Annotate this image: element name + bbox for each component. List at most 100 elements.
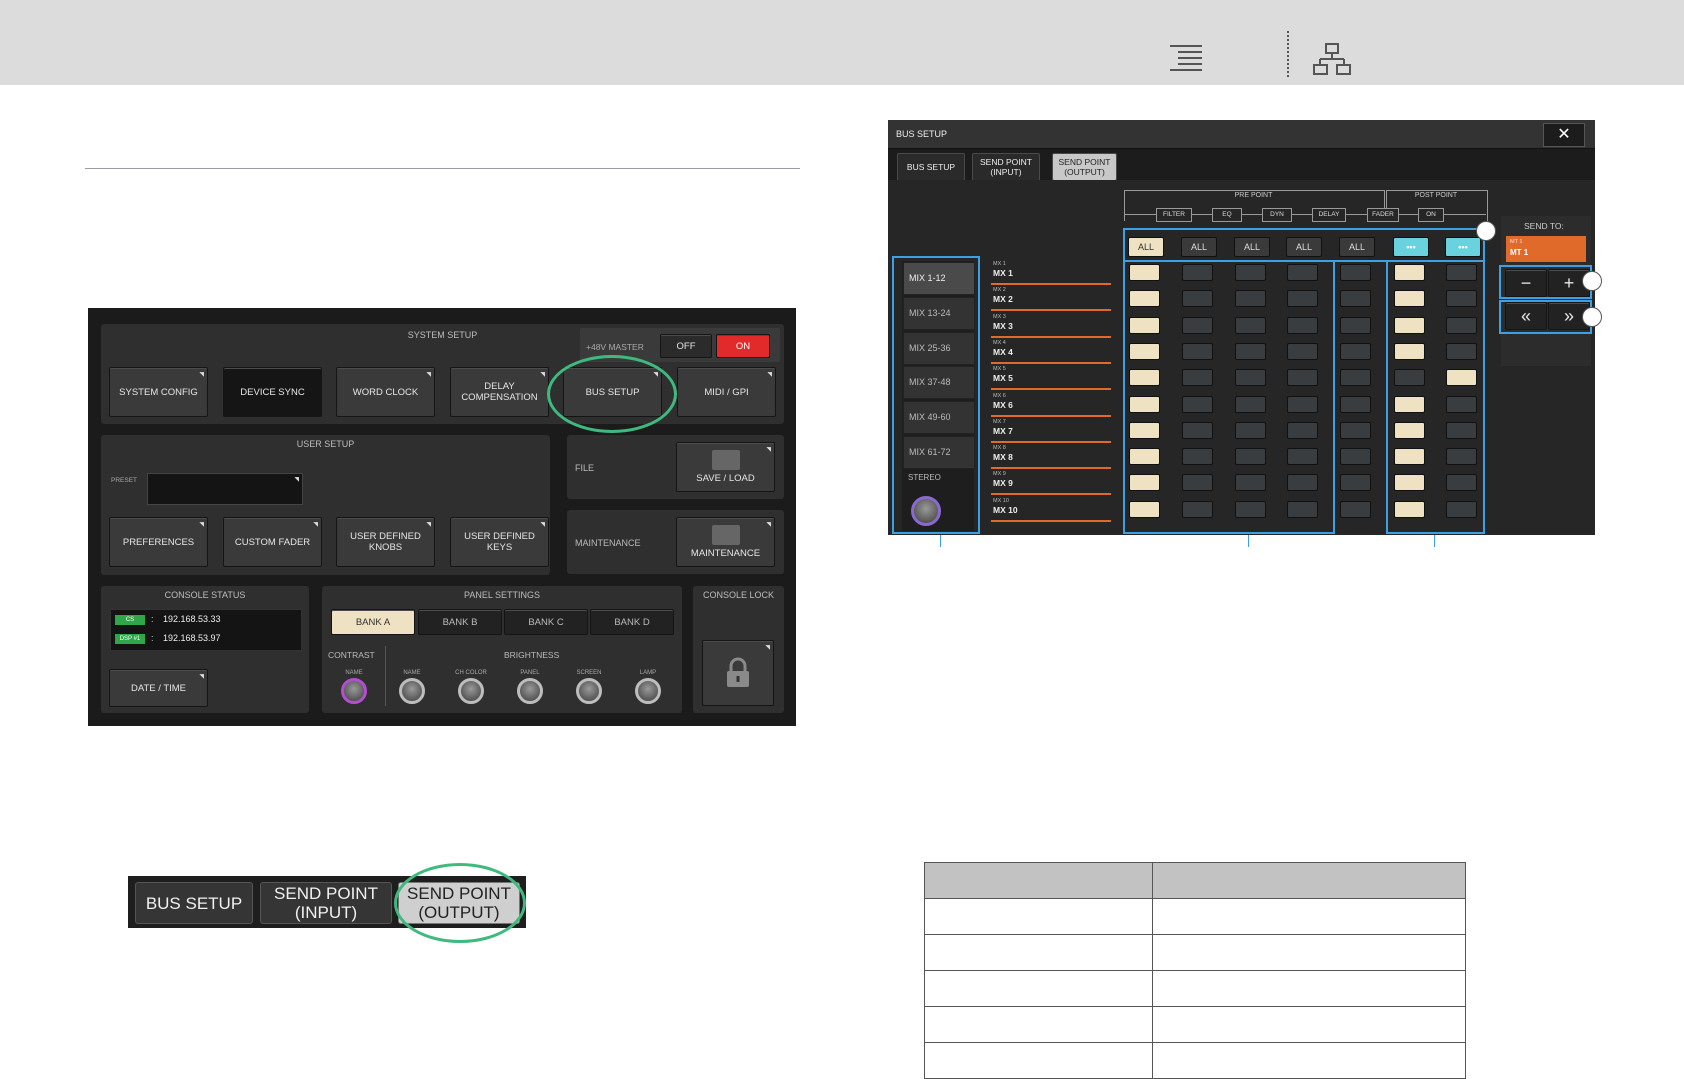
popup-corner-icon: ◥ [426, 522, 431, 528]
bus-setup-window: BUS SETUP ✕ BUS SETUP SEND POINT (INPUT)… [888, 120, 1595, 535]
phantom-on-button[interactable]: ON [716, 334, 770, 358]
destination-main: MT 1 [1510, 248, 1529, 257]
callout-marker [1582, 307, 1602, 327]
channel-short-name: MX 9 [993, 471, 1006, 478]
table-header-row [924, 862, 1466, 899]
popup-corner-icon: ◥ [426, 372, 431, 378]
preferences-button[interactable]: PREFERENCES ◥ [109, 517, 208, 567]
lock-icon [727, 657, 749, 687]
save-load-button[interactable]: SAVE / LOAD ◥ [676, 442, 775, 492]
channel-short-name: MX 8 [993, 445, 1006, 452]
user-defined-keys-button[interactable]: USER DEFINED KEYS ◥ [450, 517, 549, 567]
button-label: DEVICE SYNC [240, 386, 305, 398]
bank-d-button[interactable]: BANK D [590, 609, 674, 635]
tab-bus-setup[interactable]: BUS SETUP [135, 882, 253, 924]
knob-label: NAME [345, 670, 363, 676]
knob-label: SCREEN [576, 670, 602, 676]
send-to-destination[interactable]: MT 1 MT 1 [1506, 236, 1586, 262]
user-defined-knobs-button[interactable]: USER DEFINED KNOBS ◥ [336, 517, 435, 567]
top-toolbar [0, 0, 1684, 85]
channel-name: MX 1 MX 1 [991, 259, 1111, 285]
knob-label: CH COLOR [455, 670, 487, 676]
maintenance-button[interactable]: MAINTENANCE ◥ [676, 517, 775, 567]
channel-short-name: MX 1 [993, 261, 1006, 267]
send-point-toggle[interactable] [1340, 342, 1371, 360]
bank-c-button[interactable]: BANK C [504, 609, 588, 635]
channel-short-name: MX 2 [993, 287, 1006, 294]
send-point-toggle[interactable] [1340, 448, 1371, 466]
button-label: SYSTEM CONFIG [119, 386, 198, 398]
callout-marker [1582, 271, 1602, 291]
sitemap-icon[interactable] [1312, 42, 1352, 78]
preset-label: PRESET [111, 477, 138, 484]
button-label: MIDI / GPI [704, 386, 749, 398]
brightness-lamp-knob[interactable] [635, 678, 661, 704]
status-ip: 192.168.53.33 [163, 614, 221, 624]
close-button[interactable]: ✕ [1543, 123, 1585, 147]
channel-main-name: MX 9 [993, 478, 1013, 489]
leader-line [940, 535, 941, 547]
brightness-panel-knob[interactable] [517, 678, 543, 704]
popup-corner-icon: ◥ [199, 522, 204, 528]
contrast-name-knob[interactable] [341, 678, 367, 704]
table-cell [924, 1006, 1153, 1043]
send-point-toggle[interactable] [1340, 369, 1371, 387]
bank-a-button[interactable]: BANK A [331, 609, 415, 635]
tab-send-point-input[interactable]: SEND POINT (INPUT) [260, 882, 392, 924]
table-cell [1152, 934, 1466, 971]
point-on: ON [1418, 208, 1444, 222]
console-lock-button[interactable]: ◥ [702, 640, 774, 706]
brightness-screen-knob[interactable] [576, 678, 602, 704]
send-point-toggle[interactable] [1340, 264, 1371, 281]
callout-marker [1476, 221, 1496, 241]
device-sync-button[interactable]: DEVICE SYNC [223, 367, 322, 417]
tabs-crop: BUS SETUP SEND POINT (INPUT) SEND POINT … [128, 863, 526, 943]
send-point-toggle[interactable] [1340, 421, 1371, 439]
delay-compensation-button[interactable]: DELAY COMPENSATION ◥ [450, 367, 549, 417]
popup-corner-icon: ◥ [765, 645, 770, 651]
brightness-ch-color-knob[interactable] [458, 678, 484, 704]
date-time-button[interactable]: DATE / TIME ◥ [109, 669, 208, 707]
tab-bus-setup[interactable]: BUS SETUP [897, 153, 965, 181]
channel-short-name: MX 10 [993, 497, 1009, 504]
table-row [924, 934, 1466, 971]
system-config-button[interactable]: SYSTEM CONFIG ◥ [109, 367, 208, 417]
send-point-toggle[interactable] [1340, 500, 1371, 518]
tab-label: SEND POINT (INPUT) [274, 884, 378, 922]
channel-name: MX 5 MX 5 [991, 364, 1111, 391]
channel-short-name: MX 4 [993, 339, 1006, 346]
toolbar-divider [1287, 31, 1289, 77]
brightness-name-knob[interactable] [399, 678, 425, 704]
channel-short-name: MX 5 [993, 366, 1006, 373]
word-clock-button[interactable]: WORD CLOCK ◥ [336, 367, 435, 417]
send-point-toggle[interactable] [1340, 474, 1371, 492]
send-point-toggle[interactable] [1340, 316, 1371, 334]
bank-b-button[interactable]: BANK B [418, 609, 502, 635]
popup-corner-icon: ◥ [540, 372, 545, 378]
channel-short-name: MX 3 [993, 313, 1006, 320]
tab-label: SEND POINT (INPUT) [980, 157, 1032, 177]
channel-main-name: MX 6 [993, 399, 1013, 410]
post-point-label: POST POINT [1414, 192, 1458, 199]
button-label: DATE / TIME [130, 682, 187, 694]
channel-main-name: MX 8 [993, 452, 1013, 463]
custom-fader-button[interactable]: CUSTOM FADER ◥ [223, 517, 322, 567]
midi-gpi-button[interactable]: MIDI / GPI ◥ [677, 367, 776, 417]
channel-main-name: MX 10 [993, 504, 1018, 515]
tab-send-point-input[interactable]: SEND POINT (INPUT) [972, 153, 1040, 181]
channel-name: MX 7 MX 7 [991, 417, 1111, 443]
preset-field[interactable]: ◥ [147, 473, 303, 505]
point-filter: FILTER [1156, 208, 1192, 222]
channel-name: MX 9 MX 9 [991, 469, 1111, 496]
tab-send-point-output[interactable]: SEND POINT (OUTPUT) [1052, 153, 1117, 181]
tab-label: BUS SETUP [145, 893, 243, 913]
table-cell [924, 934, 1153, 971]
indent-list-icon[interactable] [1166, 42, 1206, 78]
table-row [924, 970, 1466, 1007]
send-point-toggle[interactable] [1340, 290, 1371, 308]
table-cell [924, 970, 1153, 1007]
send-point-toggle[interactable] [1340, 395, 1371, 413]
panel-title: PANEL SETTINGS [463, 590, 541, 600]
phantom-off-button[interactable]: OFF [660, 334, 712, 358]
table-cell [924, 898, 1153, 935]
